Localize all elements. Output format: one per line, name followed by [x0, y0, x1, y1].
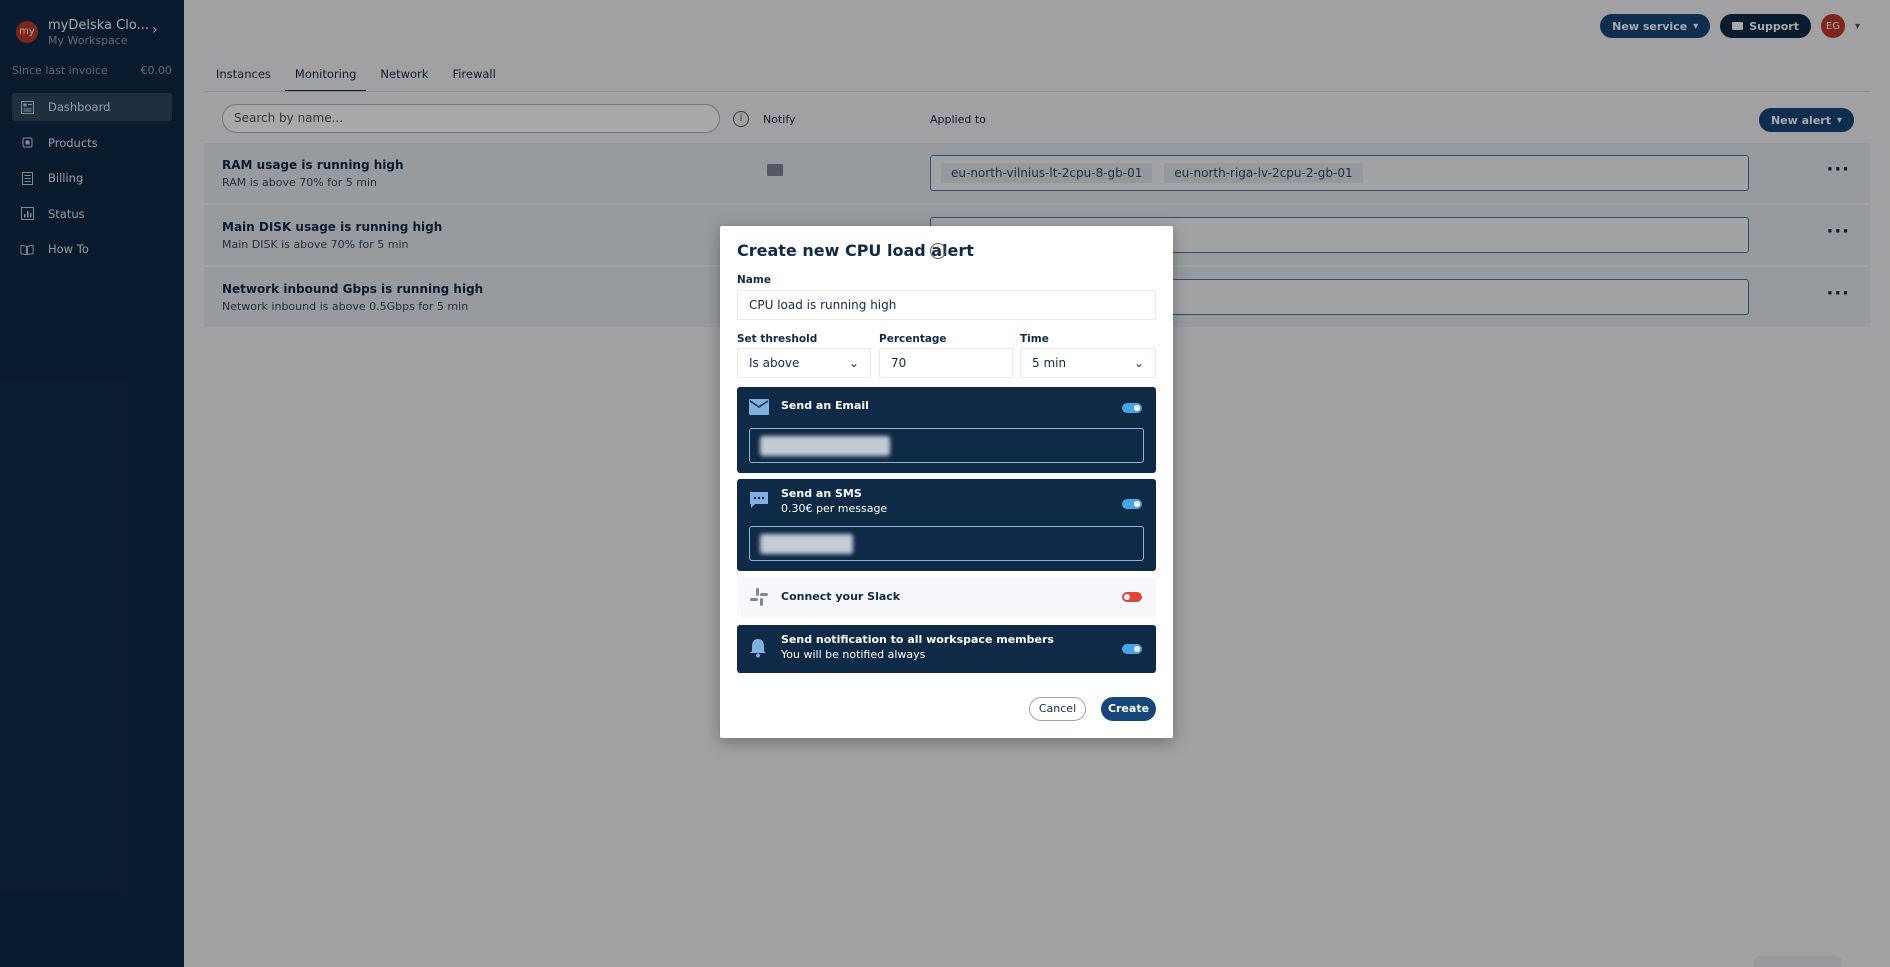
slack-icon [749, 587, 769, 606]
sms-input[interactable] [749, 526, 1144, 561]
name-label: Name [737, 274, 771, 286]
workspace-notification-panel: Send notification to all workspace membe… [737, 625, 1156, 673]
percentage-label: Percentage [879, 333, 947, 345]
email-toggle[interactable] [1122, 403, 1142, 413]
sms-toggle[interactable] [1122, 499, 1142, 509]
redacted-value [760, 436, 890, 456]
time-label: Time [1020, 333, 1049, 345]
chevron-down-icon: ⌄ [1133, 356, 1144, 370]
sms-subtitle: 0.30€ per message [781, 502, 888, 515]
workspace-subtitle: You will be notified always [781, 648, 926, 661]
chevron-down-icon: ⌄ [848, 356, 859, 370]
email-notification-panel: Send an Email [737, 387, 1156, 473]
time-value: 5 min [1032, 356, 1067, 370]
slack-notification-panel: Connect your Slack [737, 577, 1156, 617]
threshold-value: Is above [749, 356, 800, 370]
email-title: Send an Email [781, 399, 869, 412]
create-alert-dialog: Create new CPU load alert i Name CPU loa… [720, 226, 1173, 738]
info-icon[interactable]: i [930, 243, 946, 259]
threshold-label: Set threshold [737, 333, 818, 345]
create-button[interactable]: Create [1101, 697, 1156, 721]
redacted-value [760, 534, 853, 554]
time-select[interactable]: 5 min ⌄ [1020, 348, 1156, 378]
sms-title: Send an SMS [781, 487, 862, 500]
threshold-select[interactable]: Is above ⌄ [737, 348, 871, 378]
workspace-toggle[interactable] [1122, 644, 1142, 654]
slack-title: Connect your Slack [781, 590, 901, 603]
cancel-button[interactable]: Cancel [1029, 697, 1086, 721]
bell-icon [749, 638, 769, 658]
slack-toggle[interactable] [1122, 592, 1142, 602]
workspace-title: Send notification to all workspace membe… [781, 633, 1054, 646]
sms-notification-panel: Send an SMS 0.30€ per message [737, 479, 1156, 571]
mail-icon [749, 399, 769, 417]
name-field[interactable]: CPU load is running high [737, 290, 1156, 320]
percentage-field[interactable]: 70 [879, 348, 1013, 378]
chat-icon [749, 491, 769, 509]
email-input[interactable] [749, 428, 1144, 463]
